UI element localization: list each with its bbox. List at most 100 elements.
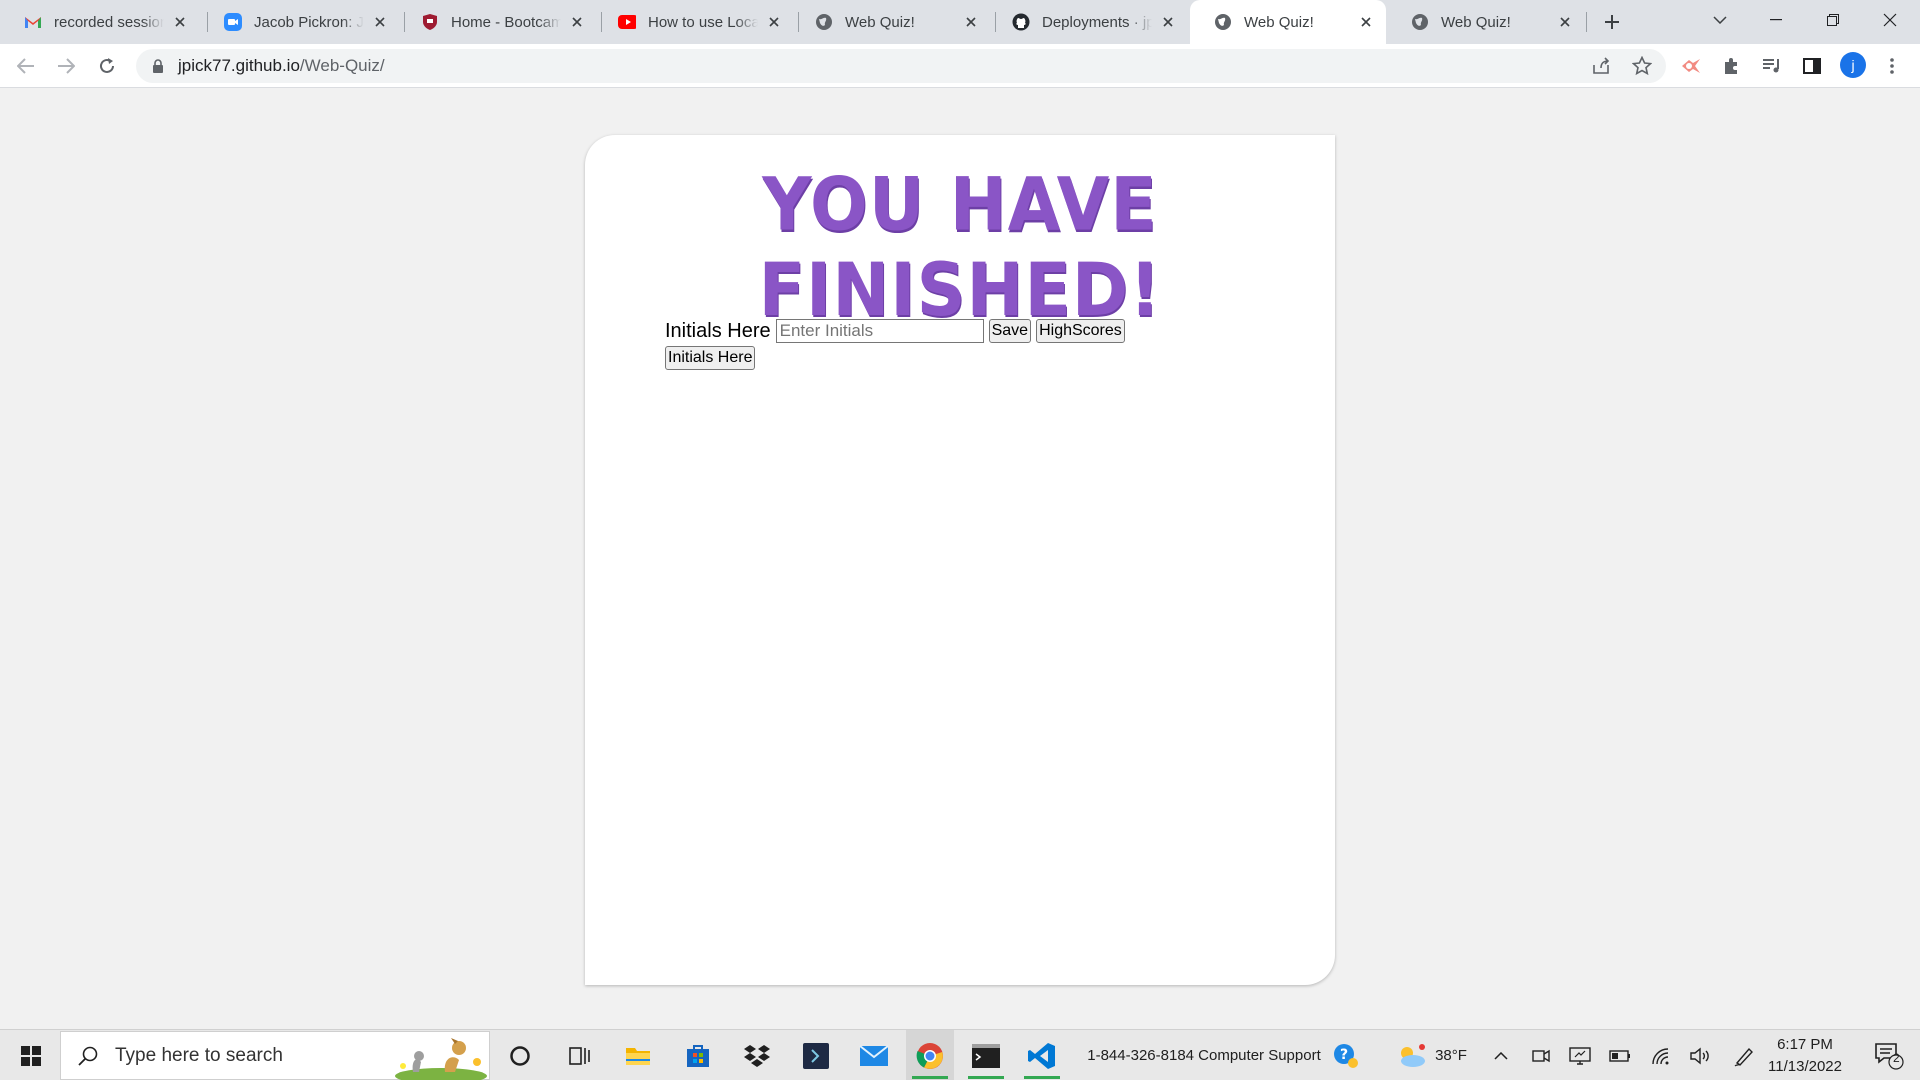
tab-github[interactable]: Deployments · jpi xyxy=(988,0,1188,44)
restore-icon xyxy=(1827,14,1839,26)
address-bar[interactable]: jpick77.github.io/Web-Quiz/ xyxy=(136,49,1666,83)
pen-icon xyxy=(1734,1047,1753,1066)
terminal-taskbar-button[interactable] xyxy=(962,1030,1010,1080)
tab-youtube[interactable]: How to use Local xyxy=(594,0,794,44)
more-vert-icon xyxy=(1890,58,1894,74)
tab-bootcamp[interactable]: Home - Bootcamp xyxy=(397,0,597,44)
tab-strip: recorded session Jacob Pickron: Jun Home… xyxy=(0,0,1920,44)
battery-icon xyxy=(1609,1049,1630,1062)
tab-web-quiz-2[interactable]: Web Quiz! xyxy=(1387,0,1585,44)
reload-button[interactable] xyxy=(91,50,123,82)
clock-time: 6:17 PM xyxy=(1777,1036,1833,1053)
chrome-taskbar-button[interactable] xyxy=(906,1030,954,1080)
close-icon[interactable] xyxy=(1356,12,1376,32)
side-panel-button[interactable] xyxy=(1796,50,1828,82)
close-icon[interactable] xyxy=(1555,12,1575,32)
arrow-right-icon xyxy=(58,58,75,74)
mail-icon xyxy=(859,1044,889,1066)
mail-button[interactable] xyxy=(850,1030,898,1080)
volume-button[interactable] xyxy=(1684,1030,1716,1080)
arrow-left-icon xyxy=(17,58,34,74)
cortana-icon xyxy=(510,1045,530,1066)
tab-title: Jacob Pickron: Jun xyxy=(254,13,364,31)
tab-title: Web Quiz! xyxy=(1441,13,1511,31)
search-highlight-illustration xyxy=(395,1038,487,1080)
dropbox-icon xyxy=(744,1044,770,1067)
close-icon[interactable] xyxy=(764,12,784,32)
tab-separator xyxy=(1586,12,1587,32)
support-tray-item[interactable]: 1-844-326-8184 Computer Support xyxy=(1084,1030,1324,1080)
new-tab-button[interactable] xyxy=(1598,8,1626,36)
highscores-button[interactable]: HighScores xyxy=(1036,319,1125,343)
initials-input[interactable] xyxy=(775,319,984,343)
notification-center-button[interactable]: 2 xyxy=(1864,1030,1914,1080)
tab-web-quiz-active[interactable]: Web Quiz! xyxy=(1190,0,1386,44)
support-text: 1-844-326-8184 Computer Support xyxy=(1087,1047,1321,1064)
powershell-icon xyxy=(803,1042,829,1069)
weather-temp: 38°F xyxy=(1435,1047,1467,1064)
chrome-menu-button[interactable] xyxy=(1876,50,1908,82)
battery-button[interactable] xyxy=(1604,1030,1636,1080)
wifi-button[interactable] xyxy=(1646,1030,1678,1080)
side-panel-icon xyxy=(1803,58,1821,74)
close-window-button[interactable] xyxy=(1862,0,1918,40)
forward-button[interactable] xyxy=(50,50,82,82)
close-icon[interactable] xyxy=(370,12,390,32)
weather-widget[interactable]: 38°F xyxy=(1376,1030,1486,1080)
media-control-button[interactable] xyxy=(1756,50,1788,82)
shield-icon xyxy=(421,13,439,31)
pen-workspace-button[interactable] xyxy=(1728,1030,1760,1080)
windows-logo-icon xyxy=(21,1045,41,1066)
start-button[interactable] xyxy=(8,1030,54,1080)
dropbox-button[interactable] xyxy=(733,1030,781,1080)
page-viewport: YOU HAVE FINISHED! Initials Here Save Hi… xyxy=(0,89,1920,1029)
profile-avatar[interactable]: j xyxy=(1840,52,1866,78)
monitor-icon xyxy=(1569,1046,1591,1065)
globe-icon xyxy=(1214,13,1232,31)
puzzle-icon xyxy=(1725,58,1737,74)
close-icon[interactable] xyxy=(1158,12,1178,32)
extension-button[interactable] xyxy=(1675,50,1707,82)
close-icon xyxy=(1883,13,1897,27)
close-icon[interactable] xyxy=(170,12,190,32)
vscode-taskbar-button[interactable] xyxy=(1018,1030,1066,1080)
file-explorer-button[interactable] xyxy=(614,1030,662,1080)
minimize-button[interactable] xyxy=(1748,0,1804,40)
lock-icon[interactable] xyxy=(150,58,166,74)
tab-web-quiz-1[interactable]: Web Quiz! xyxy=(791,0,991,44)
store-button[interactable] xyxy=(674,1030,722,1080)
score-entry-button[interactable]: Initials Here xyxy=(665,346,756,370)
task-view-button[interactable] xyxy=(556,1030,604,1080)
share-button[interactable] xyxy=(1585,50,1617,82)
meet-now-button[interactable] xyxy=(1526,1030,1556,1080)
tab-zoom[interactable]: Jacob Pickron: Jun xyxy=(200,0,400,44)
tab-title: Web Quiz! xyxy=(845,13,915,31)
task-view-icon xyxy=(569,1046,590,1065)
partly-cloudy-icon xyxy=(1401,1043,1426,1067)
star-icon xyxy=(1632,56,1652,76)
tab-title: recorded session xyxy=(54,13,164,31)
recording-extension-icon xyxy=(1682,59,1700,73)
back-button[interactable] xyxy=(10,50,42,82)
taskbar-search-box[interactable]: Type here to search xyxy=(60,1031,490,1080)
github-icon xyxy=(1012,13,1030,31)
cortana-button[interactable] xyxy=(496,1030,544,1080)
display-tray-button[interactable] xyxy=(1564,1030,1596,1080)
support-help-button[interactable]: ? xyxy=(1328,1030,1364,1080)
tab-gmail[interactable]: recorded session xyxy=(0,0,200,44)
gmail-icon xyxy=(24,13,42,31)
close-icon[interactable] xyxy=(567,12,587,32)
show-hidden-icons-button[interactable] xyxy=(1486,1030,1516,1080)
powershell-button[interactable] xyxy=(792,1030,840,1080)
close-icon[interactable] xyxy=(961,12,981,32)
windows-taskbar: Type here to search 1-844-326-8184 Compu xyxy=(0,1029,1920,1080)
quiz-card: YOU HAVE FINISHED! Initials Here Save Hi… xyxy=(585,135,1335,985)
speaker-icon xyxy=(1690,1047,1709,1064)
save-button[interactable]: Save xyxy=(988,319,1032,343)
system-clock[interactable]: 6:17 PM 11/13/2022 xyxy=(1760,1034,1850,1078)
bookmark-button[interactable] xyxy=(1626,50,1658,82)
restore-button[interactable] xyxy=(1805,0,1861,40)
tab-search-button[interactable] xyxy=(1692,0,1748,40)
tab-title: Web Quiz! xyxy=(1244,13,1314,31)
extensions-menu-button[interactable] xyxy=(1715,50,1747,82)
